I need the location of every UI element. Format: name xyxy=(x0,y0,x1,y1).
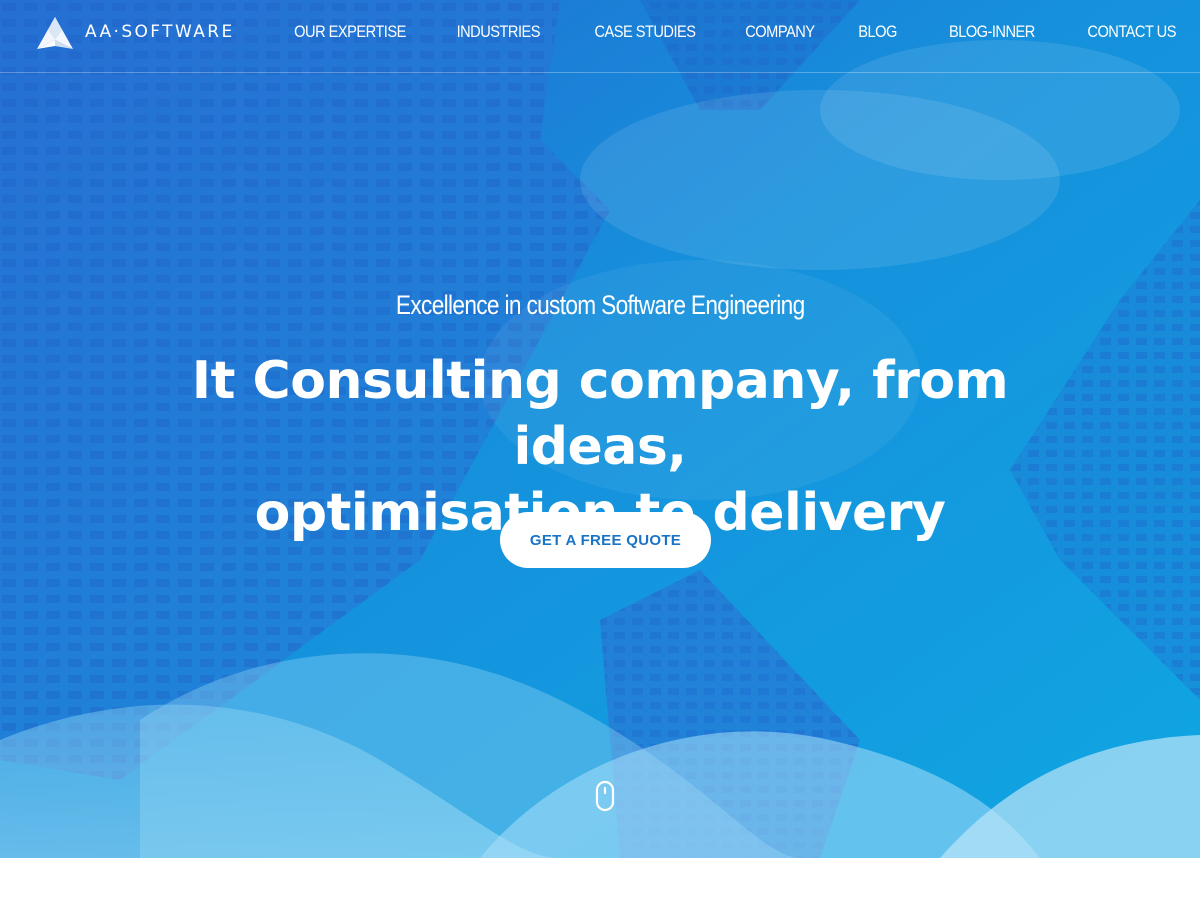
nav-case-studies[interactable]: CASE STUDIES xyxy=(595,22,697,42)
nav-industries[interactable]: INDUSTRIES xyxy=(457,22,541,42)
mouse-scroll-icon[interactable] xyxy=(595,780,615,812)
site-header: AA·SOFTWARE OUR EXPERTISE INDUSTRIES CAS… xyxy=(0,0,1200,73)
hero-tagline: Excellence in custom Software Engineerin… xyxy=(0,290,1200,321)
hero-tagline-text: Excellence in custom Software Engineerin… xyxy=(395,290,805,320)
main-nav: OUR EXPERTISE INDUSTRIES CASE STUDIES CO… xyxy=(238,22,1177,42)
nav-our-expertise[interactable]: OUR EXPERTISE xyxy=(294,22,406,42)
hero-headline-line1: It Consulting company, from ideas, xyxy=(191,351,1009,477)
nav-company[interactable]: COMPANY xyxy=(745,22,815,42)
aa-triangle-logo-icon xyxy=(37,17,73,49)
nav-blog-inner[interactable]: BLOG-INNER xyxy=(949,22,1035,42)
hero-section: AA·SOFTWARE OUR EXPERTISE INDUSTRIES CAS… xyxy=(0,0,1200,858)
below-hero-area xyxy=(0,858,1200,900)
logo-link[interactable]: AA·SOFTWARE xyxy=(36,16,235,52)
nav-contact-us[interactable]: CONTACT US xyxy=(1087,22,1176,42)
get-free-quote-button[interactable]: GET A FREE QUOTE xyxy=(500,512,711,568)
nav-blog[interactable]: BLOG xyxy=(859,22,898,42)
logo-text: AA·SOFTWARE xyxy=(85,22,235,42)
